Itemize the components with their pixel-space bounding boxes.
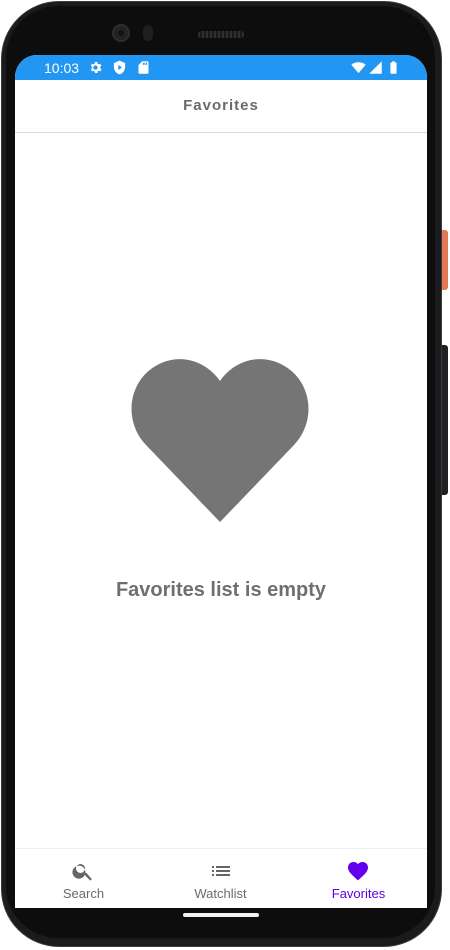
bottom-navigation: Search Watchlist Favorites	[15, 848, 427, 908]
power-button[interactable]	[442, 230, 448, 290]
gesture-handle[interactable]	[183, 913, 259, 917]
signal-icon	[368, 60, 383, 75]
empty-state: Favorites list is empty	[15, 133, 427, 849]
empty-message: Favorites list is empty	[115, 579, 327, 601]
search-icon	[71, 859, 95, 883]
earpiece-speaker	[198, 31, 244, 38]
wifi-icon	[351, 60, 366, 75]
nav-item-favorites[interactable]: Favorites	[290, 849, 427, 908]
nav-label-search: Search	[62, 886, 105, 901]
nav-label-favorites: Favorites	[331, 886, 386, 901]
nav-label-watchlist: Watchlist	[194, 886, 247, 901]
page-title: Favorites	[183, 97, 259, 114]
device-frame: 10:03 Favorites Favorites list is empty …	[0, 0, 450, 950]
heart-icon	[346, 859, 370, 883]
shield-icon	[112, 60, 127, 75]
nav-item-search[interactable]: Search	[15, 849, 152, 908]
volume-button[interactable]	[442, 345, 448, 495]
app-screen: 10:03 Favorites Favorites list is empty …	[15, 55, 427, 908]
status-time: 10:03	[44, 60, 80, 76]
heart-icon	[131, 357, 309, 522]
nav-item-watchlist[interactable]: Watchlist	[152, 849, 289, 908]
app-bar: Favorites	[15, 80, 427, 133]
status-bar: 10:03	[15, 55, 427, 80]
list-icon	[209, 859, 233, 883]
battery-icon	[386, 60, 401, 75]
proximity-sensor	[143, 25, 153, 41]
sd-card-icon	[136, 60, 151, 75]
front-camera	[112, 24, 130, 42]
gear-icon	[88, 60, 103, 75]
